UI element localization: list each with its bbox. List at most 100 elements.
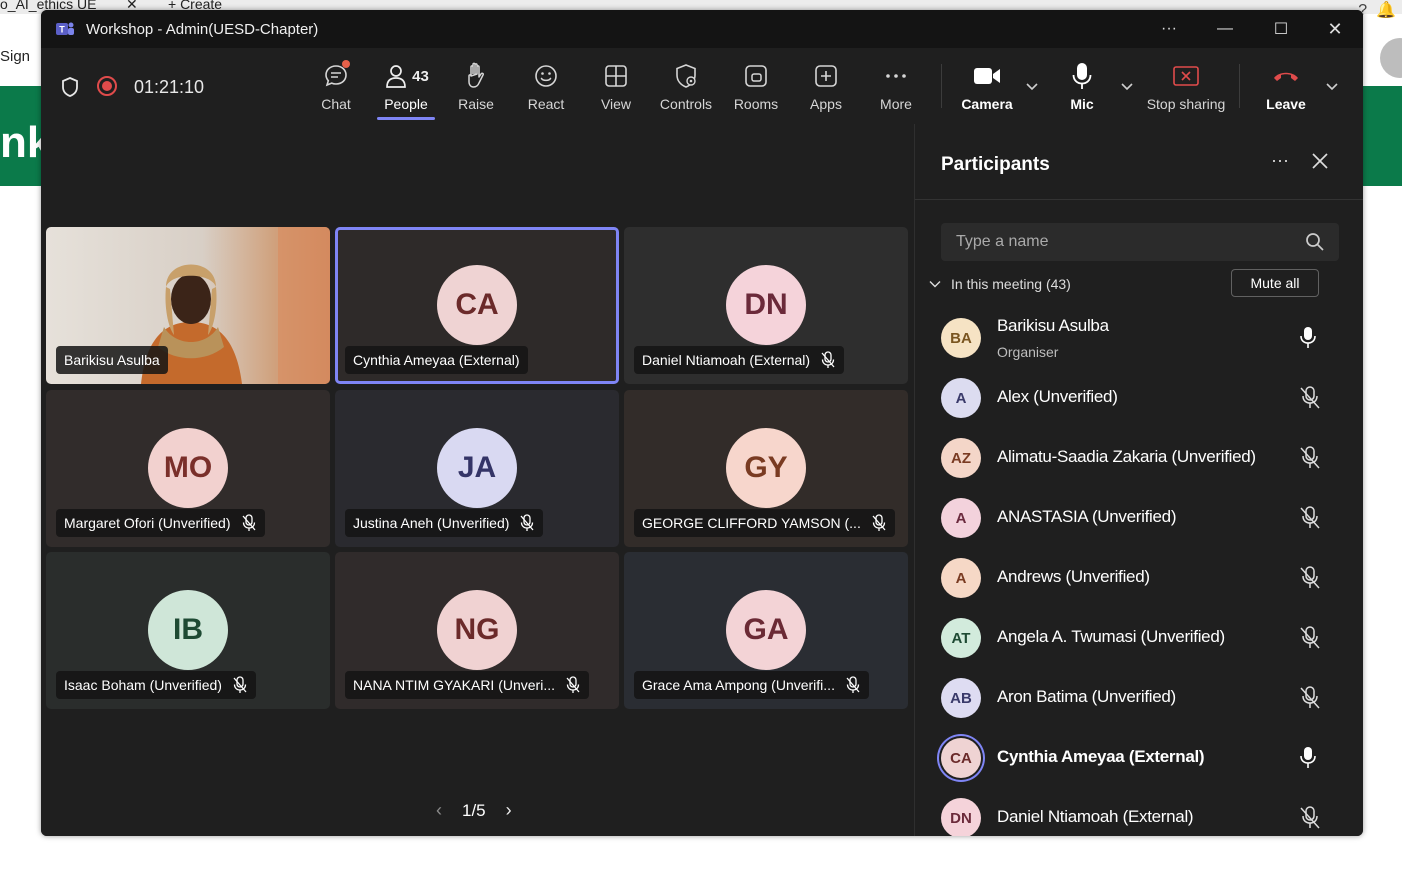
tile-name-label: NANA NTIM GYAKARI (Unveri... — [345, 671, 589, 699]
participant-row[interactable]: A Andrews (Unverified) — [941, 548, 1341, 608]
participant-name: Aron Batima (Unverified) — [997, 687, 1176, 706]
participant-row[interactable]: AZ Alimatu-Saadia Zakaria (Unverified) — [941, 428, 1341, 488]
camera-options-chevron-icon[interactable] — [1025, 82, 1039, 92]
meeting-timer: 01:21:10 — [134, 77, 205, 97]
view-grid-icon — [605, 65, 627, 87]
tile-avatar: MO — [148, 428, 228, 508]
mic-off-icon[interactable] — [1299, 446, 1321, 475]
participant-avatar: A — [941, 378, 981, 418]
participant-name: Andrews (Unverified) — [997, 567, 1150, 586]
tile-avatar: DN — [726, 265, 806, 345]
mic-on-icon[interactable] — [1299, 326, 1317, 355]
gallery-pager: ‹ 1/5 › — [436, 800, 512, 821]
mic-off-icon — [820, 351, 836, 369]
stop-sharing-button[interactable]: Stop sharing — [1141, 60, 1231, 112]
minimize-button[interactable]: — — [1212, 16, 1238, 42]
panel-divider — [915, 199, 1363, 200]
participant-avatar: A — [941, 498, 981, 538]
search-icon — [1306, 233, 1324, 251]
react-button[interactable]: React — [513, 60, 579, 112]
mic-off-icon[interactable] — [1299, 686, 1321, 715]
panel-more-button[interactable]: ··· — [1271, 150, 1289, 171]
shield-icon[interactable] — [60, 76, 80, 98]
people-icon — [386, 65, 407, 88]
tile-name-label: Daniel Ntiamoah (External) — [634, 346, 845, 374]
mic-off-icon[interactable] — [1299, 386, 1321, 415]
mic-off-icon[interactable] — [1299, 506, 1321, 535]
mute-all-button[interactable]: Mute all — [1231, 269, 1319, 297]
maximize-button[interactable]: ☐ — [1268, 16, 1294, 42]
video-tile[interactable]: JA Justina Aneh (Unverified) — [335, 390, 619, 547]
rooms-label: Rooms — [733, 96, 779, 112]
window-more-button[interactable]: ··· — [1156, 16, 1182, 42]
participant-row[interactable]: A Alex (Unverified) — [941, 368, 1341, 428]
react-emoji-icon — [535, 65, 557, 87]
tile-name-text: Daniel Ntiamoah (External) — [642, 352, 811, 368]
raise-hand-button[interactable]: Raise — [443, 60, 509, 112]
chat-label: Chat — [321, 96, 351, 112]
video-tile[interactable]: CA Cynthia Ameyaa (External) — [335, 227, 619, 384]
previous-page-button[interactable]: ‹ — [436, 800, 442, 821]
window-title: Workshop - Admin(UESD-Chapter) — [86, 21, 319, 38]
mic-on-icon[interactable] — [1299, 746, 1317, 775]
video-tile[interactable]: Barikisu Asulba — [46, 227, 330, 384]
video-tile[interactable]: IB Isaac Boham (Unverified) — [46, 552, 330, 709]
video-tile[interactable]: DN Daniel Ntiamoah (External) — [624, 227, 908, 384]
mic-off-icon[interactable] — [1299, 806, 1321, 835]
chevron-down-icon — [929, 281, 941, 288]
mic-off-icon — [565, 676, 581, 694]
participant-avatar: AT — [941, 618, 981, 658]
mic-off-icon[interactable] — [1299, 626, 1321, 655]
close-panel-icon[interactable] — [1311, 152, 1329, 170]
people-count: 43 — [412, 67, 429, 85]
view-button[interactable]: View — [583, 60, 649, 112]
mic-icon — [1072, 63, 1092, 89]
camera-button[interactable]: Camera — [954, 60, 1020, 112]
participant-name: Barikisu Asulba — [997, 316, 1109, 335]
participant-row[interactable]: A ANASTASIA (Unverified) — [941, 488, 1341, 548]
mic-label: Mic — [1070, 96, 1094, 112]
react-label: React — [527, 96, 565, 112]
leave-options-chevron-icon[interactable] — [1325, 82, 1339, 92]
tile-name-label: Isaac Boham (Unverified) — [56, 671, 256, 699]
background-sign-link[interactable]: Sign — [0, 48, 30, 65]
tile-name-text: Margaret Ofori (Unverified) — [64, 515, 231, 531]
close-window-button[interactable]: ✕ — [1322, 16, 1348, 42]
participant-row[interactable]: BA Barikisu Asulba Organiser — [941, 308, 1341, 368]
apps-button[interactable]: Apps — [793, 60, 859, 112]
video-tile[interactable]: NG NANA NTIM GYAKARI (Unveri... — [335, 552, 619, 709]
rooms-button[interactable]: Rooms — [723, 60, 789, 112]
participant-row[interactable]: AT Angela A. Twumasi (Unverified) — [941, 608, 1341, 668]
leave-phone-icon — [1274, 72, 1298, 81]
video-tile[interactable]: GY GEORGE CLIFFORD YAMSON (... — [624, 390, 908, 547]
background-avatar — [1380, 38, 1402, 78]
camera-icon — [974, 68, 1000, 84]
chat-notification-dot — [342, 60, 350, 68]
participant-row[interactable]: CA Cynthia Ameyaa (External) — [941, 728, 1341, 788]
mic-options-chevron-icon[interactable] — [1120, 82, 1134, 92]
participant-name: Alex (Unverified) — [997, 387, 1118, 406]
participant-avatar: CA — [941, 738, 981, 778]
mic-off-icon[interactable] — [1299, 566, 1321, 595]
people-button[interactable]: 43 People — [373, 60, 439, 112]
participant-row[interactable]: DN Daniel Ntiamoah (External) — [941, 788, 1341, 836]
leave-button[interactable]: Leave — [1253, 60, 1319, 112]
controls-shield-icon — [676, 64, 696, 88]
controls-button[interactable]: Controls — [653, 60, 719, 112]
tile-avatar: NG — [437, 590, 517, 670]
meeting-toolbar: 01:21:10 Chat 43 People Raise React View… — [41, 48, 1363, 125]
video-tile[interactable]: GA Grace Ama Ampong (Unverifi... — [624, 552, 908, 709]
video-tile[interactable]: MO Margaret Ofori (Unverified) — [46, 390, 330, 547]
next-page-button[interactable]: › — [506, 800, 512, 821]
more-label: More — [880, 96, 912, 112]
mic-button[interactable]: Mic — [1049, 60, 1115, 112]
mic-off-icon — [232, 676, 248, 694]
participant-search-input[interactable]: Type a name — [941, 223, 1339, 261]
page-indicator: 1/5 — [462, 800, 486, 820]
participant-row[interactable]: AB Aron Batima (Unverified) — [941, 668, 1341, 728]
in-meeting-section-toggle[interactable]: In this meeting (43) — [929, 276, 1071, 292]
more-button[interactable]: More — [863, 60, 929, 112]
participant-name: ANASTASIA (Unverified) — [997, 507, 1177, 526]
rooms-icon — [745, 65, 767, 87]
chat-button[interactable]: Chat — [303, 60, 369, 112]
